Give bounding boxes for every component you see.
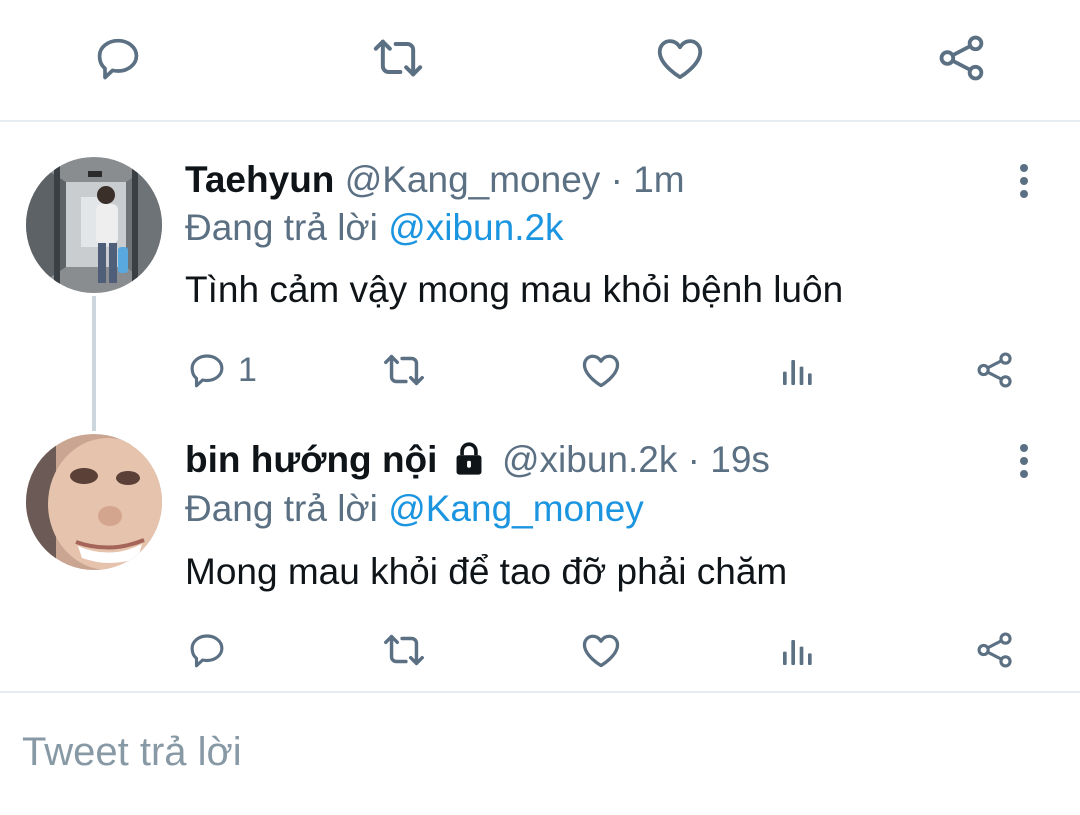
username[interactable]: @xibun.2k [502, 439, 677, 480]
avatar[interactable] [26, 157, 162, 293]
more-button[interactable] [1004, 156, 1044, 206]
like-icon [579, 348, 623, 392]
reply-icon [186, 629, 228, 671]
separator: · [687, 439, 700, 480]
replying-to: Đang trả lời @xibun.2k [185, 206, 564, 250]
reply-icon [186, 349, 228, 391]
tweet-action-bar [0, 625, 1080, 675]
share-button[interactable] [934, 30, 990, 86]
analytics-button[interactable] [778, 625, 818, 675]
reply-icon [92, 32, 144, 84]
divider [0, 120, 1080, 122]
tweet-text: Tình cảm vậy mong mau khỏi bệnh luôn [185, 269, 844, 310]
like-button[interactable] [579, 345, 623, 395]
reply-button[interactable] [90, 30, 146, 86]
more-button[interactable] [1004, 436, 1044, 486]
share-icon [974, 349, 1016, 391]
retweet-button[interactable] [370, 30, 426, 86]
retweet-button[interactable] [381, 345, 427, 395]
divider [0, 691, 1080, 693]
replying-to-mention[interactable]: @Kang_money [388, 488, 644, 529]
share-icon [974, 629, 1016, 671]
retweet-button[interactable] [381, 625, 427, 675]
like-icon [579, 628, 623, 672]
replying-to-label: Đang trả lời [185, 207, 378, 248]
reply-composer [0, 694, 1080, 815]
more-vertical-icon [1018, 443, 1030, 479]
timestamp[interactable]: 19s [710, 439, 770, 480]
share-button[interactable] [974, 625, 1016, 675]
username[interactable]: @Kang_money [345, 159, 601, 200]
share-button[interactable] [974, 345, 1016, 395]
more-vertical-icon [1018, 163, 1030, 199]
tweet-header: Taehyun @Kang_money · 1m [185, 158, 685, 202]
tweet-action-bar: 1 [0, 345, 1080, 395]
replying-to-label: Đang trả lời [185, 488, 378, 529]
like-button[interactable] [652, 30, 708, 86]
reply-input[interactable] [22, 724, 1052, 780]
replying-to-mention[interactable]: @xibun.2k [388, 207, 563, 248]
like-icon [653, 31, 707, 85]
analytics-button[interactable] [778, 345, 818, 395]
reply-count: 1 [238, 350, 257, 389]
avatar[interactable] [26, 434, 162, 570]
retweet-icon [381, 627, 427, 673]
retweet-icon [381, 347, 427, 393]
reply-button[interactable]: 1 [186, 345, 257, 395]
share-icon [935, 31, 989, 85]
tweet-text: Mong mau khỏi để tao đỡ phải chăm [185, 551, 788, 592]
replying-to: Đang trả lời @Kang_money [185, 487, 644, 531]
timestamp[interactable]: 1m [633, 159, 684, 200]
analytics-icon [778, 630, 818, 670]
parent-tweet-action-bar [0, 0, 1080, 120]
retweet-icon [370, 30, 426, 86]
reply-button[interactable] [186, 625, 238, 675]
analytics-icon [778, 350, 818, 390]
like-button[interactable] [579, 625, 623, 675]
tweet-header: bin hướng nội @xibun.2k · 19s [185, 438, 770, 482]
display-name[interactable]: Taehyun [185, 159, 334, 200]
lock-icon [452, 440, 486, 476]
display-name[interactable]: bin hướng nội [185, 439, 437, 480]
separator: · [610, 159, 623, 200]
